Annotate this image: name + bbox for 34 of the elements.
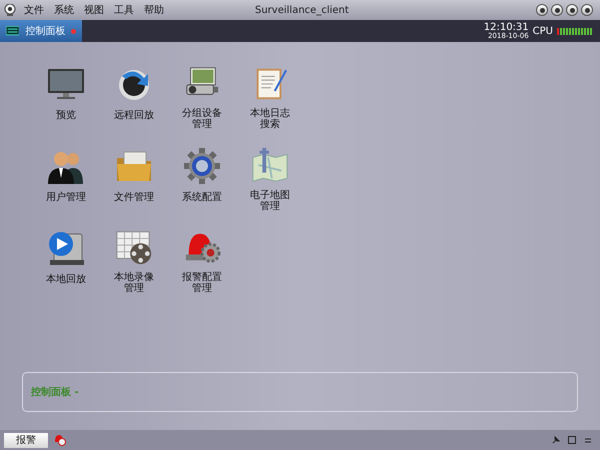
module-tile[interactable]: 本地回放 <box>32 228 100 294</box>
monitor-icon <box>6 26 20 36</box>
module-tile[interactable]: 分组设备管理 <box>168 64 236 130</box>
menu-item[interactable]: 系统 <box>54 2 74 18</box>
menu-item[interactable]: 工具 <box>114 2 134 18</box>
module-tile[interactable]: 本地录像管理 <box>100 228 168 294</box>
module-tile[interactable]: 用户管理 <box>32 146 100 212</box>
module-tile[interactable]: 预览 <box>32 64 100 130</box>
window-icon[interactable] <box>568 436 576 444</box>
menu-item[interactable]: 文件 <box>24 2 44 18</box>
settings-icon[interactable] <box>536 4 548 16</box>
window-title: Surveillance_client <box>255 4 349 18</box>
tab[interactable]: 控制面板 <box>0 20 82 42</box>
module-tile[interactable]: 系统配置 <box>168 146 236 212</box>
clock-time: 12:10:31 <box>484 22 529 32</box>
maximize-icon[interactable] <box>566 4 578 16</box>
gear-icon <box>182 146 222 186</box>
menu-item[interactable]: 视图 <box>84 2 104 18</box>
pin-icon[interactable] <box>552 436 560 444</box>
module-tile[interactable]: 文件管理 <box>100 146 168 212</box>
webcam-icon <box>4 4 16 16</box>
cpu-label: CPU <box>532 24 553 38</box>
menu-item[interactable]: 帮助 <box>144 2 164 18</box>
close-icon[interactable] <box>581 4 593 16</box>
map-pin-icon <box>250 146 290 184</box>
alarm-icon[interactable] <box>54 434 66 446</box>
module-tile[interactable]: 报警配置管理 <box>168 228 236 294</box>
info-text: 控制面板 - <box>31 386 79 400</box>
module-tile[interactable]: 本地日志搜索 <box>236 64 304 130</box>
lines-icon[interactable] <box>584 436 592 444</box>
minimize-icon[interactable] <box>551 4 563 16</box>
module-tile[interactable]: 远程回放 <box>100 64 168 130</box>
module-tile[interactable]: 电子地图管理 <box>236 146 304 212</box>
alarm-button[interactable]: 报警 <box>4 432 48 448</box>
